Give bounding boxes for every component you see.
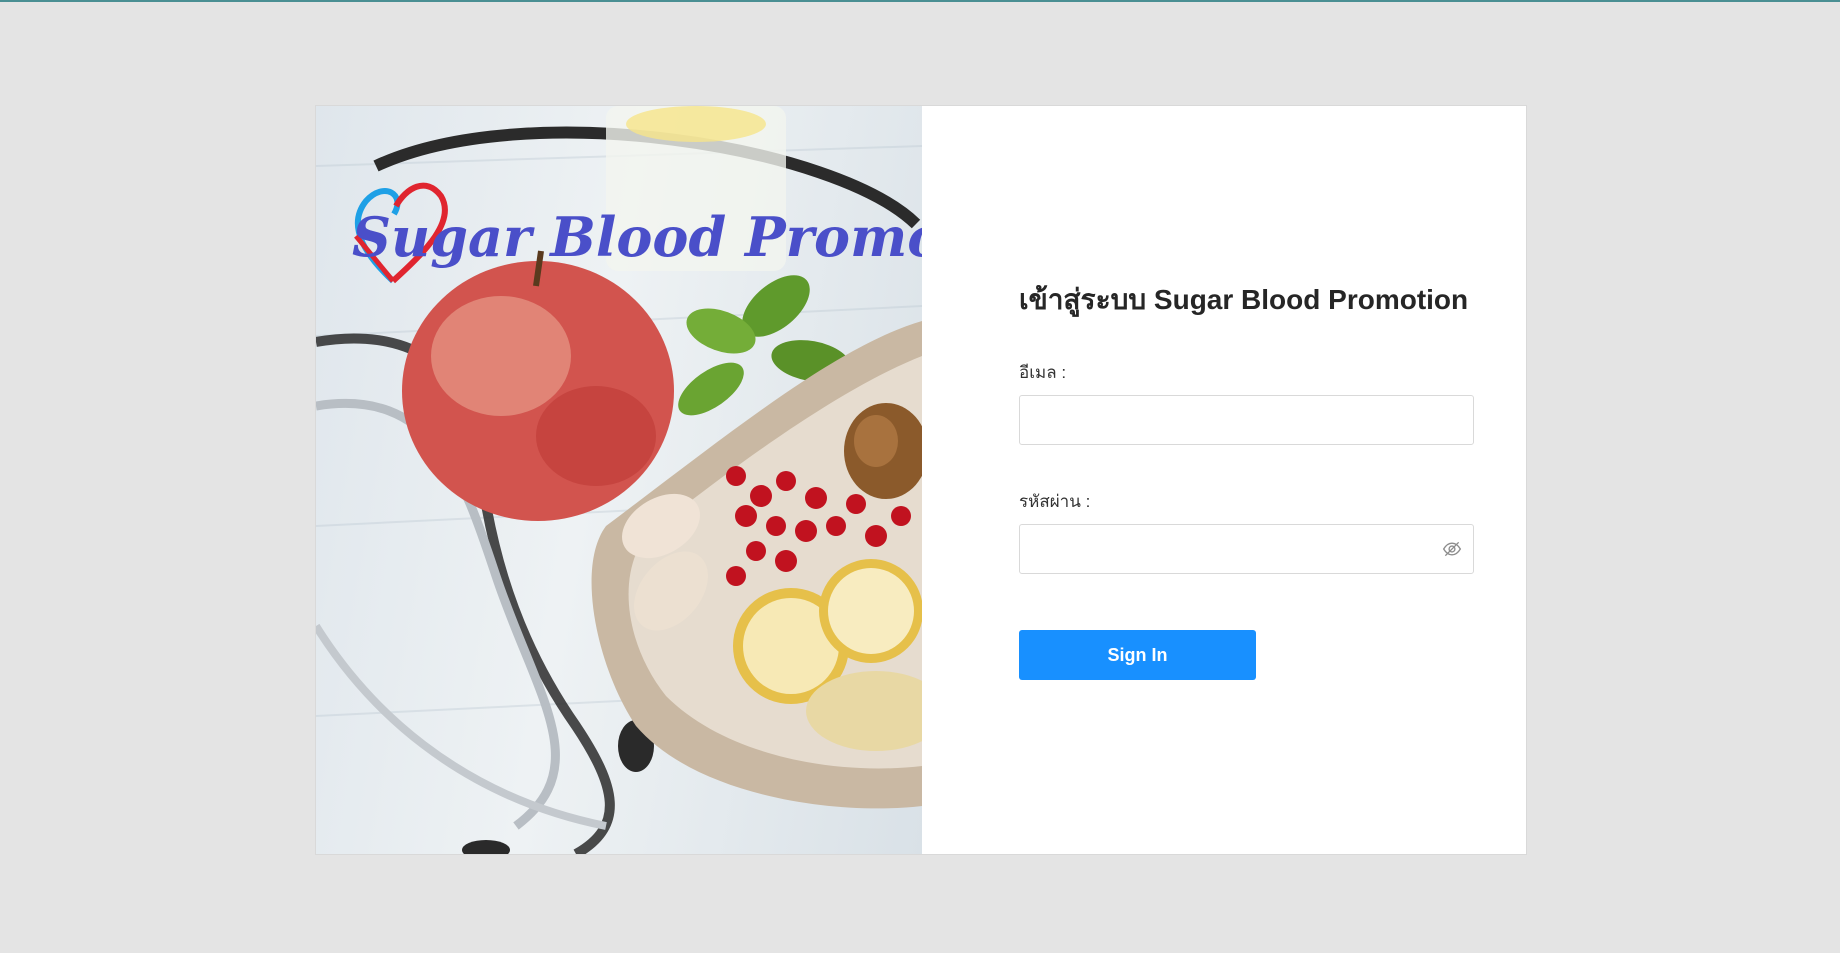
email-input[interactable] [1019,395,1474,445]
sign-in-button[interactable]: Sign In [1019,630,1256,680]
hero-illustration: Sugar Blood Promotion [316,106,922,854]
eye-invisible-icon[interactable] [1442,539,1462,559]
email-label: อีเมล : [1019,363,1067,382]
login-form: เข้าสู่ระบบ Sugar Blood Promotion อีเมล … [922,106,1526,854]
top-accent-line [0,0,1840,2]
hero-image-panel: Sugar Blood Promotion [316,106,922,854]
password-input[interactable] [1019,524,1474,574]
logo-text: Sugar Blood Promotion [352,205,922,269]
password-field [1019,524,1474,574]
password-label: รหัสผ่าน : [1019,492,1091,511]
login-title: เข้าสู่ระบบ Sugar Blood Promotion [1019,284,1469,315]
login-card: Sugar Blood Promotion เข้าสู่ระบบ Sugar … [315,105,1527,855]
